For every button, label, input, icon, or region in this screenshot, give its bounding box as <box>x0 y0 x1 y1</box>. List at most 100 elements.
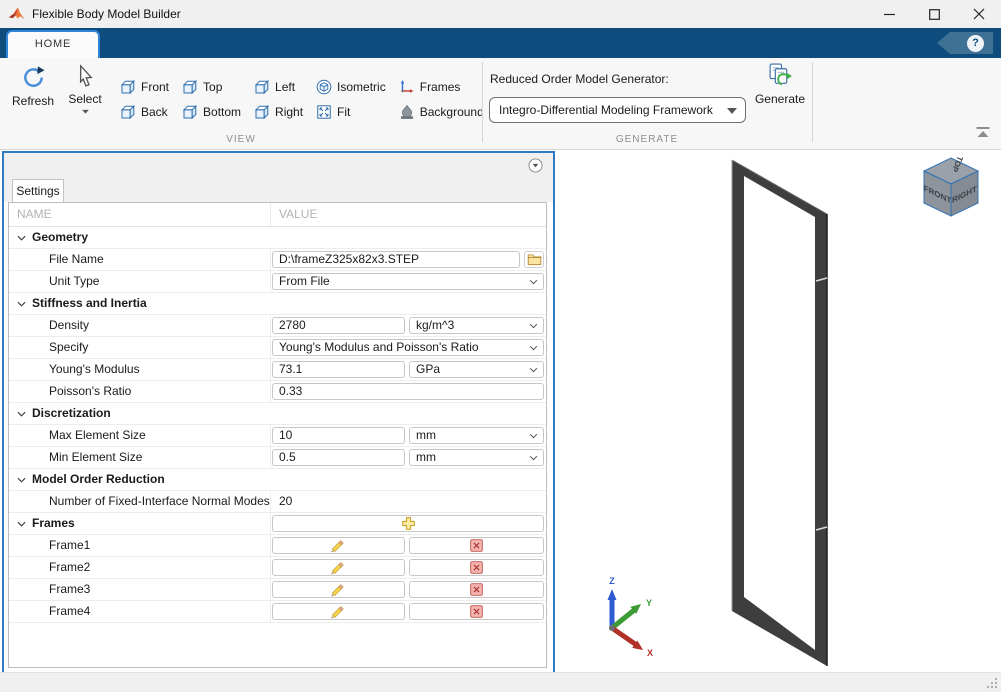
density-unit-select[interactable]: kg/m^3 <box>409 317 544 334</box>
panel-collapse-button[interactable] <box>528 158 543 173</box>
browse-file-button[interactable] <box>524 251 544 268</box>
property-row-frame4: Frame4 <box>9 601 546 623</box>
section-title-cell: Stiffness and Inertia <box>9 293 271 314</box>
cube-front-icon <box>120 79 136 95</box>
dropdown-caret-icon <box>529 345 538 351</box>
frames-icon <box>399 79 415 95</box>
delete-frame-icon <box>469 582 484 597</box>
view-button-label: Isometric <box>337 80 386 94</box>
cube-left-icon <box>254 79 270 95</box>
edit-frame2-button[interactable] <box>272 559 405 576</box>
tab-settings[interactable]: Settings <box>12 179 64 202</box>
add-frame-button[interactable] <box>272 515 544 532</box>
young-s-modulus-unit-select[interactable]: GPa <box>409 361 544 378</box>
close-button[interactable] <box>957 0 1001 28</box>
delete-frame1-button[interactable] <box>409 537 544 554</box>
property-name: Young's Modulus <box>9 359 271 380</box>
view-button-top[interactable]: Top <box>180 75 243 99</box>
dropdown-caret-icon <box>529 433 538 439</box>
edit-frame1-button[interactable] <box>272 537 405 554</box>
view-cube[interactable]: TOP FRONT RIGHT <box>924 155 978 216</box>
property-row-frame1: Frame1 <box>9 535 546 557</box>
dropdown-caret-icon <box>529 279 538 285</box>
density-input[interactable]: 2780 <box>272 317 405 334</box>
property-name: Unit Type <box>9 271 271 292</box>
view-button-front[interactable]: Front <box>118 75 171 99</box>
titlebar: Flexible Body Model Builder <box>0 0 1001 28</box>
unit-type-select[interactable]: From File <box>272 273 544 290</box>
file-name-input[interactable]: D:\frameZ325x82x3.STEP <box>272 251 520 268</box>
select-button[interactable]: Select <box>62 64 108 114</box>
property-row-file-name: File NameD:\frameZ325x82x3.STEP <box>9 249 546 271</box>
edit-frame4-button[interactable] <box>272 603 405 620</box>
axes-triad: Z Y X <box>608 576 654 658</box>
select-caret-icon[interactable] <box>81 109 90 114</box>
cursor-icon <box>74 64 97 89</box>
view-button-label: Top <box>203 80 222 94</box>
property-grid-wrap: NAME VALUE GeometryFile NameD:\frameZ325… <box>8 202 547 668</box>
max-element-size-unit-select[interactable]: mm <box>409 427 544 444</box>
tab-home[interactable]: HOME <box>6 30 100 58</box>
toolbar-separator-2 <box>812 62 813 142</box>
property-row-poisson-s-ratio: Poisson's Ratio0.33 <box>9 381 546 403</box>
property-name: Frame4 <box>9 601 271 622</box>
view-button-label: Left <box>275 80 295 94</box>
number-of-fixed-interface-normal-modes-value[interactable]: 20 <box>279 491 292 512</box>
view-button-frames[interactable]: Frames <box>397 75 486 99</box>
view-button-right[interactable]: Right <box>252 100 305 124</box>
section-title-cell: Frames <box>9 513 271 534</box>
delete-frame3-button[interactable] <box>409 581 544 598</box>
status-strip <box>0 672 1001 692</box>
property-row-young-s-modulus: Young's Modulus73.1GPa <box>9 359 546 381</box>
min-element-size-unit-select[interactable]: mm <box>409 449 544 466</box>
rom-generator-select[interactable]: Integro-Differential Modeling Framework <box>489 97 746 123</box>
help-button[interactable]: ? <box>937 32 993 54</box>
property-row-min-element-size: Min Element Size0.5mm <box>9 447 546 469</box>
property-name: Poisson's Ratio <box>9 381 271 402</box>
axis-z-label: Z <box>609 576 615 586</box>
ribbon-tabbar: HOME ? <box>0 28 1001 58</box>
specify-select[interactable]: Young's Modulus and Poisson's Ratio <box>272 339 544 356</box>
refresh-button[interactable]: Refresh <box>8 64 58 108</box>
property-row-max-element-size: Max Element Size10mm <box>9 425 546 447</box>
view-button-fit[interactable]: Fit <box>314 100 388 124</box>
axis-y-label: Y <box>646 598 652 608</box>
view-button-back[interactable]: Back <box>118 100 171 124</box>
poisson-s-ratio-input[interactable]: 0.33 <box>272 383 544 400</box>
matlab-logo-icon <box>8 5 26 23</box>
section-title-cell: Model Order Reduction <box>9 469 271 490</box>
view-buttons: FrontBack Top Bottom Left Right Isometric Fit F… <box>118 75 486 124</box>
view-button-bottom[interactable]: Bottom <box>180 100 243 124</box>
property-name: Min Element Size <box>9 447 271 468</box>
view-button-isometric[interactable]: Isometric <box>314 75 388 99</box>
section-title-cell: Geometry <box>9 227 271 248</box>
3d-viewport[interactable]: TOP FRONT RIGHT Z Y X <box>555 150 1001 672</box>
folder-icon <box>527 253 542 266</box>
property-name: Frame3 <box>9 579 271 600</box>
min-element-size-input[interactable]: 0.5 <box>272 449 405 466</box>
view-button-left[interactable]: Left <box>252 75 305 99</box>
view-button-background[interactable]: Background <box>397 100 486 124</box>
background-icon <box>399 104 415 120</box>
grid-header: NAME VALUE <box>9 203 546 227</box>
refresh-icon <box>20 64 47 91</box>
resize-grip[interactable] <box>986 677 998 689</box>
frame-model <box>732 160 827 666</box>
cube-top-icon <box>182 79 198 95</box>
help-icon: ? <box>967 35 984 52</box>
young-s-modulus-input[interactable]: 73.1 <box>272 361 405 378</box>
delete-frame4-button[interactable] <box>409 603 544 620</box>
minimize-button[interactable] <box>867 0 911 28</box>
cube-back-icon <box>120 104 136 120</box>
edit-frame3-button[interactable] <box>272 581 405 598</box>
view-button-label: Fit <box>337 105 350 119</box>
delete-frame2-button[interactable] <box>409 559 544 576</box>
maximize-button[interactable] <box>912 0 956 28</box>
section-row-frames: Frames <box>9 513 546 535</box>
delete-frame-icon <box>469 560 484 575</box>
max-element-size-input[interactable]: 10 <box>272 427 405 444</box>
collapse-ribbon-button[interactable] <box>975 126 991 139</box>
generate-button[interactable]: Generate <box>752 62 808 106</box>
section-title: Stiffness and Inertia <box>32 293 147 314</box>
property-grid: GeometryFile NameD:\frameZ325x82x3.STEPU… <box>9 227 546 623</box>
